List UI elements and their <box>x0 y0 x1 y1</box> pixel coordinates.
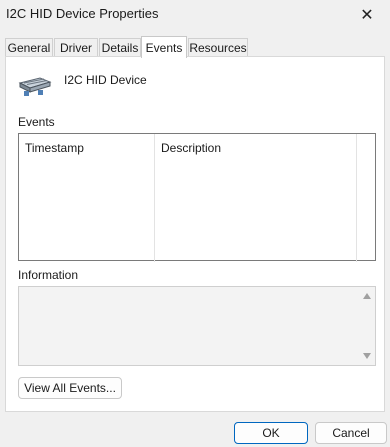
tab-events[interactable]: Events <box>141 36 187 58</box>
information-label: Information <box>18 268 79 282</box>
scroll-up-arrow-icon[interactable] <box>363 293 371 299</box>
window-title: I2C HID Device Properties <box>6 6 159 21</box>
tab-strip: General Driver Details Events Resources <box>5 36 385 58</box>
device-name: I2C HID Device <box>64 73 147 87</box>
tab-resources[interactable]: Resources <box>188 38 248 56</box>
ok-button[interactable]: OK <box>234 422 308 444</box>
events-label: Events <box>18 115 55 129</box>
information-scrollbar[interactable] <box>359 287 375 365</box>
information-textbox[interactable] <box>18 286 376 366</box>
scroll-down-arrow-icon[interactable] <box>363 353 371 359</box>
column-header-description[interactable]: Description <box>155 134 357 262</box>
view-all-events-button[interactable]: View All Events... <box>18 377 122 399</box>
events-list[interactable]: Timestamp Description <box>18 133 376 262</box>
tab-driver[interactable]: Driver <box>54 38 98 56</box>
close-icon: ✕ <box>360 7 374 24</box>
tab-details[interactable]: Details <box>99 38 141 56</box>
column-header-timestamp[interactable]: Timestamp <box>19 134 155 262</box>
hid-device-icon <box>18 77 52 96</box>
tab-panel-events: I2C HID Device Events Timestamp Descript… <box>5 56 385 412</box>
title-bar: I2C HID Device Properties ✕ <box>0 0 390 30</box>
close-button[interactable]: ✕ <box>344 0 390 30</box>
tab-general[interactable]: General <box>5 38 53 56</box>
cancel-button[interactable]: Cancel <box>315 422 387 444</box>
